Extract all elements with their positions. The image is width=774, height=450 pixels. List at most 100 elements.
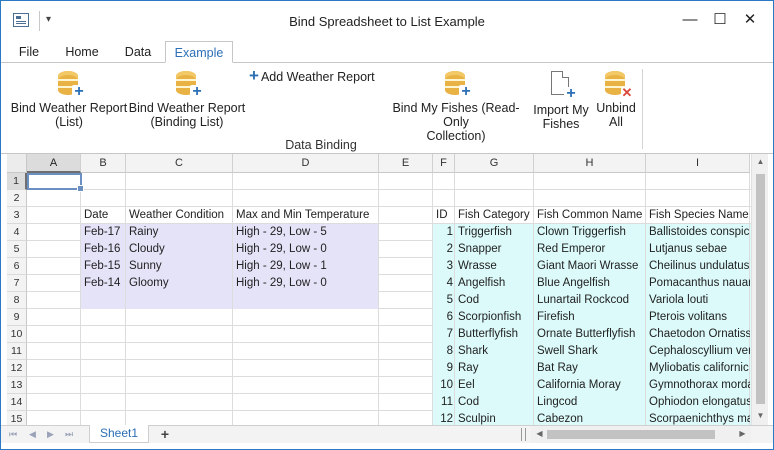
- tab-file[interactable]: File: [11, 41, 47, 63]
- fish-data-cell[interactable]: Scorpaenichthys mar: [646, 411, 750, 425]
- add-weather-report-button[interactable]: + Add Weather Report: [249, 67, 381, 84]
- row-header-8[interactable]: 8: [7, 292, 27, 309]
- fish-data-cell[interactable]: Lingcod: [534, 394, 646, 411]
- row-header-10[interactable]: 10: [7, 326, 27, 343]
- active-cell-a1[interactable]: [27, 173, 84, 192]
- row-header-1[interactable]: 1: [7, 173, 27, 190]
- fish-data-cell[interactable]: Shark: [455, 343, 534, 360]
- weather-header-cell[interactable]: Weather Condition: [126, 207, 233, 224]
- select-all-corner[interactable]: [7, 154, 27, 173]
- fish-data-cell[interactable]: 6: [433, 309, 455, 326]
- fish-data-cell[interactable]: 4: [433, 275, 455, 292]
- fish-data-cell[interactable]: Cephaloscyllium ven: [646, 343, 750, 360]
- weather-data-cell[interactable]: High - 29, Low - 0: [233, 275, 379, 292]
- import-my-fishes-button[interactable]: + Import My Fishes: [529, 71, 593, 131]
- add-sheet-button[interactable]: +: [157, 426, 173, 443]
- weather-data-cell[interactable]: Feb-16: [81, 241, 126, 258]
- row-header-4[interactable]: 4: [7, 224, 27, 241]
- maximize-button[interactable]: ☐: [705, 9, 735, 31]
- fish-data-cell[interactable]: Cheilinus undulatus: [646, 258, 750, 275]
- fish-data-cell[interactable]: Cabezon: [534, 411, 646, 425]
- weather-data-cell[interactable]: High - 29, Low - 1: [233, 258, 379, 275]
- fish-header-cell[interactable]: Fish Common Name: [534, 207, 646, 224]
- horizontal-scroll-thumb[interactable]: [547, 430, 715, 439]
- fish-data-cell[interactable]: Snapper: [455, 241, 534, 258]
- row-header-2[interactable]: 2: [7, 190, 27, 207]
- vertical-scroll-thumb[interactable]: [756, 174, 765, 404]
- horizontal-scrollbar[interactable]: ◀ ▶: [531, 426, 751, 443]
- fish-data-cell[interactable]: Firefish: [534, 309, 646, 326]
- fish-data-cell[interactable]: Cod: [455, 394, 534, 411]
- column-header-i[interactable]: I: [646, 154, 750, 173]
- fish-data-cell[interactable]: Myliobatis californic: [646, 360, 750, 377]
- fish-data-cell[interactable]: 3: [433, 258, 455, 275]
- bind-weather-binding-list-button[interactable]: + Bind Weather Report (Binding List): [127, 71, 247, 129]
- tab-example[interactable]: Example: [165, 41, 233, 63]
- row-header-6[interactable]: 6: [7, 258, 27, 275]
- fish-data-cell[interactable]: Angelfish: [455, 275, 534, 292]
- row-header-3[interactable]: 3: [7, 207, 27, 224]
- fish-data-cell[interactable]: Ornate Butterflyfish: [534, 326, 646, 343]
- row-header-14[interactable]: 14: [7, 394, 27, 411]
- tab-splitter-handle[interactable]: [521, 428, 526, 441]
- column-header-c[interactable]: C: [126, 154, 233, 173]
- weather-header-cell[interactable]: Max and Min Temperature: [233, 207, 379, 224]
- cell-area[interactable]: Date Weather Condition Max and Min Tempera…: [27, 173, 751, 425]
- fish-data-cell[interactable]: Cod: [455, 292, 534, 309]
- fish-data-cell[interactable]: Lunartail Rockcod: [534, 292, 646, 309]
- last-sheet-icon[interactable]: ⏭: [65, 429, 73, 440]
- column-header-a[interactable]: A: [27, 154, 81, 173]
- fish-data-cell[interactable]: Pomacanthus nauarc: [646, 275, 750, 292]
- minimize-button[interactable]: —: [675, 9, 705, 31]
- tab-home[interactable]: Home: [57, 41, 107, 63]
- fish-data-cell[interactable]: 12: [433, 411, 455, 425]
- weather-data-cell[interactable]: High - 29, Low - 5: [233, 224, 379, 241]
- row-header-13[interactable]: 13: [7, 377, 27, 394]
- fish-data-cell[interactable]: Ray: [455, 360, 534, 377]
- weather-data-cell[interactable]: Cloudy: [126, 241, 233, 258]
- fish-data-cell[interactable]: Lutjanus sebae: [646, 241, 750, 258]
- fish-data-cell[interactable]: Ballistoides conspicil: [646, 224, 750, 241]
- scroll-down-icon[interactable]: ▼: [752, 411, 769, 420]
- column-header-f[interactable]: F: [433, 154, 455, 173]
- fish-data-cell[interactable]: Scorpionfish: [455, 309, 534, 326]
- unbind-all-button[interactable]: ✕ Unbind All: [593, 71, 639, 129]
- spreadsheet-grid[interactable]: ABCDEFGHI 1 2 3 4 5 6 7 8 9 10 11 12 13 14 15 Date Weat…: [7, 154, 769, 425]
- row-header-11[interactable]: 11: [7, 343, 27, 360]
- fish-data-cell[interactable]: Sculpin: [455, 411, 534, 425]
- fish-data-cell[interactable]: 5: [433, 292, 455, 309]
- fish-data-cell[interactable]: Swell Shark: [534, 343, 646, 360]
- fish-data-cell[interactable]: Red Emperor: [534, 241, 646, 258]
- fish-header-cell[interactable]: Fish Category: [455, 207, 534, 224]
- column-header-e[interactable]: E: [379, 154, 433, 173]
- weather-header-cell[interactable]: Date: [81, 207, 126, 224]
- scroll-up-icon[interactable]: ▲: [752, 157, 769, 166]
- fish-data-cell[interactable]: Clown Triggerfish: [534, 224, 646, 241]
- fish-data-cell[interactable]: 2: [433, 241, 455, 258]
- weather-data-cell[interactable]: Sunny: [126, 258, 233, 275]
- column-header-b[interactable]: B: [81, 154, 126, 173]
- weather-data-cell[interactable]: High - 29, Low - 0: [233, 241, 379, 258]
- fish-data-cell[interactable]: 8: [433, 343, 455, 360]
- weather-data-cell[interactable]: Feb-15: [81, 258, 126, 275]
- column-header-g[interactable]: G: [455, 154, 534, 173]
- weather-data-cell[interactable]: Feb-17: [81, 224, 126, 241]
- fish-data-cell[interactable]: Gymnothorax morda: [646, 377, 750, 394]
- column-header-d[interactable]: D: [233, 154, 379, 173]
- fish-data-cell[interactable]: Triggerfish: [455, 224, 534, 241]
- tab-data[interactable]: Data: [115, 41, 161, 63]
- weather-data-cell[interactable]: Feb-14: [81, 275, 126, 292]
- fish-data-cell[interactable]: Pterois volitans: [646, 309, 750, 326]
- sheet-tab-sheet1[interactable]: Sheet1: [89, 425, 149, 443]
- fish-data-cell[interactable]: 1: [433, 224, 455, 241]
- column-header-h[interactable]: H: [534, 154, 646, 173]
- fish-data-cell[interactable]: Variola louti: [646, 292, 750, 309]
- prev-sheet-icon[interactable]: ◀: [29, 429, 36, 440]
- vertical-scrollbar[interactable]: ▲ ▼: [751, 154, 768, 425]
- fish-data-cell[interactable]: 7: [433, 326, 455, 343]
- close-button[interactable]: ✕: [735, 9, 765, 31]
- row-header-5[interactable]: 5: [7, 241, 27, 258]
- first-sheet-icon[interactable]: ⏮: [9, 429, 17, 440]
- row-header-7[interactable]: 7: [7, 275, 27, 292]
- weather-data-cell[interactable]: Gloomy: [126, 275, 233, 292]
